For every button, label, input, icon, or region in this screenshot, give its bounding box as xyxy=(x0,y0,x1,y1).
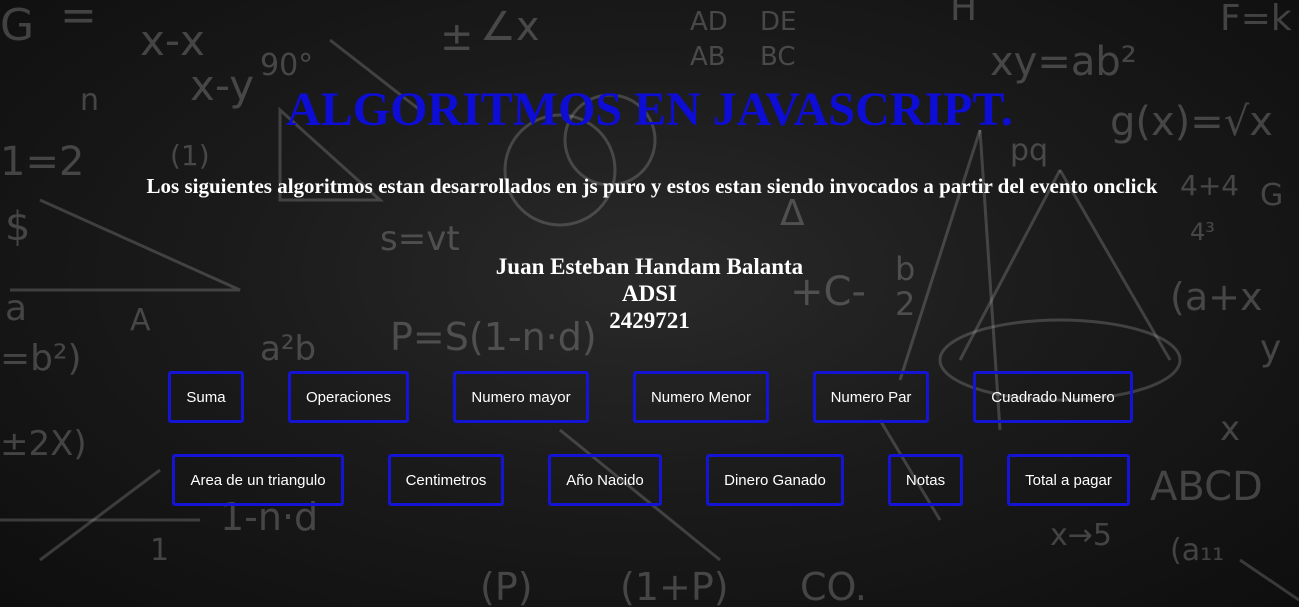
ano-nacido-button[interactable]: Año Nacido xyxy=(548,454,662,506)
svg-text:BC: BC xyxy=(760,42,796,72)
svg-text:x-x: x-x xyxy=(140,16,205,65)
numero-menor-button[interactable]: Numero Menor xyxy=(633,371,769,423)
cuadrado-numero-button[interactable]: Cuadrado Numero xyxy=(973,371,1133,423)
numero-mayor-button[interactable]: Numero mayor xyxy=(453,371,589,423)
svg-text:CO.: CO. xyxy=(800,565,867,607)
svg-text:(1): (1) xyxy=(170,139,210,172)
svg-text:90°: 90° xyxy=(260,48,313,83)
dinero-ganado-button[interactable]: Dinero Ganado xyxy=(706,454,844,506)
svg-text:x→5: x→5 xyxy=(1050,518,1112,553)
svg-text:=b²): =b²) xyxy=(0,338,82,379)
svg-text:=: = xyxy=(60,0,97,41)
svg-text:F=k: F=k xyxy=(1220,0,1292,39)
page-description: Los siguientes algoritmos estan desarrol… xyxy=(146,174,1158,198)
svg-text:xy=ab²: xy=ab² xyxy=(990,39,1137,85)
svg-text:4+4: 4+4 xyxy=(1180,169,1239,202)
svg-text:$: $ xyxy=(5,204,30,250)
svg-text:±: ± xyxy=(440,14,474,60)
svg-text:y: y xyxy=(1260,328,1281,369)
svg-text:(a₁₁: (a₁₁ xyxy=(1170,533,1224,568)
suma-button[interactable]: Suma xyxy=(168,371,244,423)
numero-par-button[interactable]: Numero Par xyxy=(813,371,929,423)
svg-text:(1+P): (1+P) xyxy=(620,565,729,607)
svg-text:1=2: 1=2 xyxy=(0,139,84,185)
operaciones-button[interactable]: Operaciones xyxy=(288,371,409,423)
svg-text:ABCD: ABCD xyxy=(1150,464,1263,510)
svg-text:∠x: ∠x xyxy=(480,4,540,50)
svg-text:DE: DE xyxy=(760,7,796,37)
total-pagar-button[interactable]: Total a pagar xyxy=(1007,454,1130,506)
centimetros-button[interactable]: Centimetros xyxy=(388,454,504,506)
svg-text:1: 1 xyxy=(150,533,169,568)
author-info: Juan Esteban Handam Balanta ADSI 2429721 xyxy=(0,253,1299,334)
svg-text:(P): (P) xyxy=(480,565,533,607)
author-program: ADSI xyxy=(622,281,677,306)
svg-text:AD: AD xyxy=(690,7,728,37)
page-container: G = x-x x-y 90° ± ∠x AD AB DE BC H xy=ab… xyxy=(0,0,1299,607)
svg-text:pq: pq xyxy=(1010,133,1048,168)
svg-text:a²b: a²b xyxy=(260,329,316,369)
svg-text:AB: AB xyxy=(690,42,726,72)
notas-button[interactable]: Notas xyxy=(888,454,963,506)
page-title: ALGORITMOS EN JAVASCRIPT. xyxy=(286,83,1013,136)
svg-text:G: G xyxy=(1260,178,1283,213)
svg-text:G: G xyxy=(0,0,34,51)
area-triangulo-button[interactable]: Area de un triangulo xyxy=(172,454,344,506)
svg-text:±2X): ±2X) xyxy=(0,424,87,464)
svg-text:4³: 4³ xyxy=(1190,218,1215,246)
author-name: Juan Esteban Handam Balanta xyxy=(495,254,804,279)
svg-text:H: H xyxy=(950,0,977,29)
author-id: 2429721 xyxy=(609,308,690,333)
svg-text:x: x xyxy=(1220,409,1240,449)
